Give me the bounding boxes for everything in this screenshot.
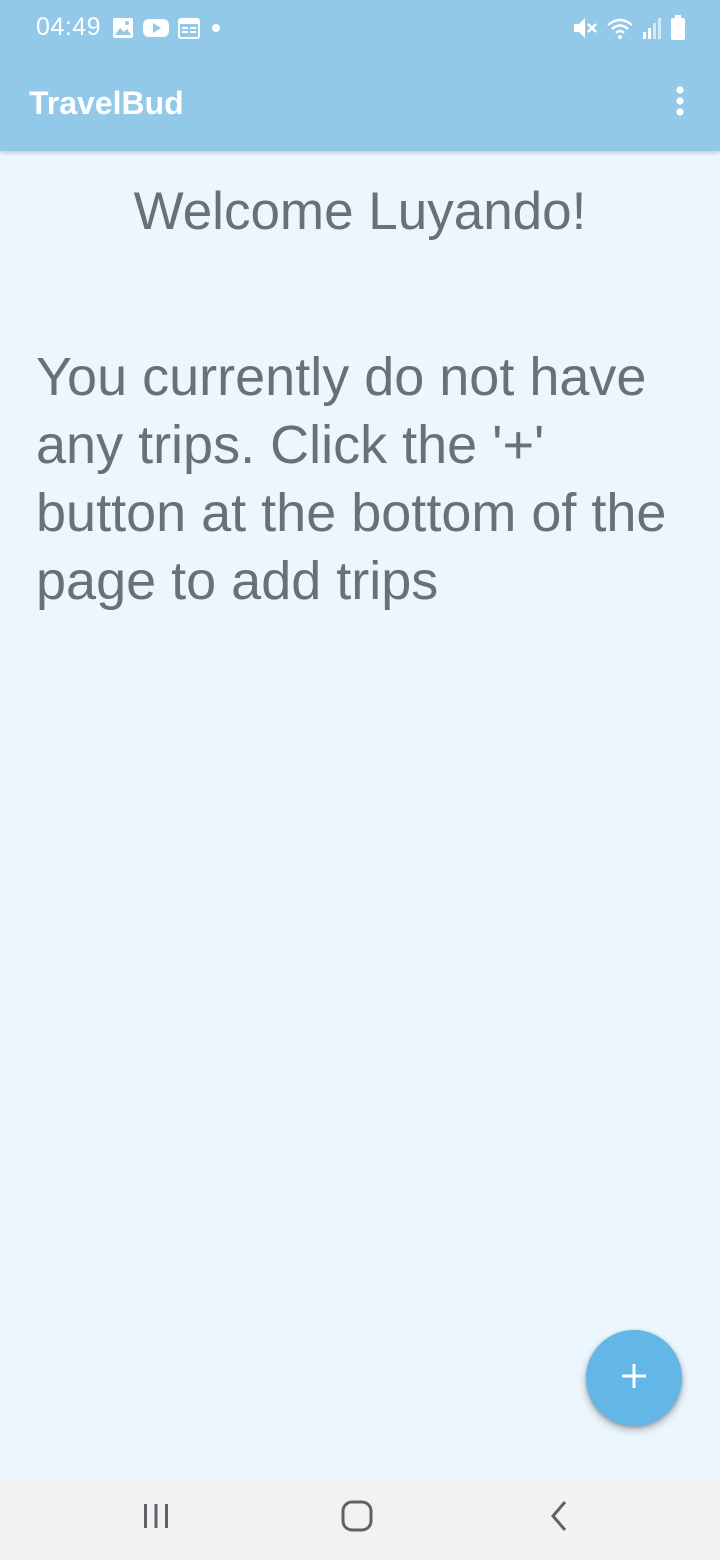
- calendar-icon: [178, 17, 200, 39]
- status-bar: 04:49: [0, 0, 720, 54]
- system-nav-bar: [0, 1477, 720, 1560]
- home-icon: [341, 1500, 373, 1537]
- wifi-icon: [606, 16, 634, 40]
- image-icon: [112, 17, 134, 39]
- dot-icon: [209, 21, 223, 35]
- signal-icon: [642, 16, 662, 40]
- empty-trips-message: You currently do not have any trips. Cli…: [36, 347, 667, 611]
- status-system-icons: [572, 14, 686, 42]
- recents-button[interactable]: [96, 1477, 216, 1560]
- add-trip-button[interactable]: [586, 1330, 682, 1426]
- plus-icon: [620, 1362, 648, 1395]
- status-time: 04:49: [36, 13, 102, 41]
- recents-icon: [142, 1503, 170, 1534]
- home-button[interactable]: [297, 1477, 417, 1560]
- screen: 04:49 TravelBud Welcome Luyando! You cur…: [0, 0, 720, 1560]
- back-button[interactable]: [499, 1477, 619, 1560]
- more-vert-icon: [675, 85, 685, 122]
- youtube-icon: [143, 18, 169, 38]
- app-bar: TravelBud: [0, 54, 720, 151]
- mute-icon: [572, 15, 598, 41]
- app-title: TravelBud: [29, 85, 184, 121]
- welcome-heading: Welcome Luyando!: [133, 182, 587, 241]
- overflow-menu-button[interactable]: [660, 78, 700, 128]
- status-notification-icons: [112, 16, 223, 40]
- back-icon: [549, 1500, 569, 1537]
- battery-icon: [670, 15, 686, 41]
